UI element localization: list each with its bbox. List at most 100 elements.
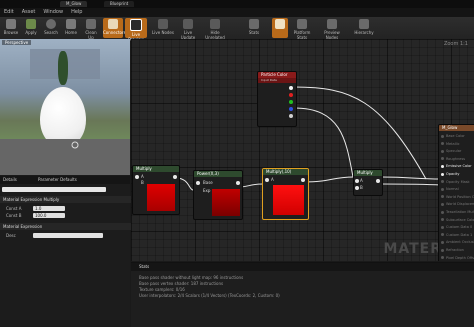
result-pin-label: World Position Offset — [446, 194, 474, 199]
result-pin-dot[interactable] — [441, 256, 444, 260]
release-stats-button[interactable] — [272, 18, 288, 38]
result-pin-dot[interactable] — [441, 180, 444, 184]
node-multiply-3-pin-a-label: A — [360, 178, 363, 183]
apply-label: Apply — [25, 30, 37, 35]
pin-r[interactable] — [289, 93, 293, 97]
node-multiply-3-output[interactable] — [376, 179, 380, 183]
node-multiply-1-header: Multiply — [133, 166, 179, 172]
result-pin-row[interactable]: Ambient Occlusion — [441, 240, 474, 246]
const-b-field[interactable]: 100.0 — [33, 213, 65, 218]
details-tab[interactable]: Details — [3, 177, 17, 182]
pin-a[interactable] — [289, 114, 293, 118]
result-pin-dot[interactable] — [441, 157, 444, 161]
node-multiply-2-output[interactable] — [301, 178, 305, 182]
result-pin-dot[interactable] — [441, 202, 444, 206]
node-multiply-3-input-b[interactable] — [355, 186, 359, 190]
result-pin-dot[interactable] — [441, 195, 444, 199]
result-pin-dot[interactable] — [441, 149, 444, 153]
result-pin-dot[interactable] — [441, 172, 444, 176]
const-b-value: 100.0 — [35, 213, 47, 218]
node-power[interactable]: Power(X,3) Base Exp — [193, 170, 243, 220]
hide-unrelated-button[interactable]: Hide Unrelated — [202, 18, 228, 40]
browse-button[interactable]: Browse — [2, 18, 20, 38]
preview-nodes-button[interactable]: Preview Nodes — [318, 18, 346, 40]
menu-window[interactable]: Window — [39, 8, 67, 17]
stats-line: Base pass vertex shader: 187 instruction… — [139, 281, 224, 286]
node-multiply-3[interactable]: Multiply A B — [353, 169, 383, 196]
node-multiply-1-output[interactable] — [173, 175, 177, 179]
result-pin-row[interactable]: Refraction — [441, 248, 464, 254]
result-pin-row[interactable]: Tessellation Multiplier — [441, 210, 474, 216]
const-a-field[interactable]: 1.0 — [33, 206, 65, 211]
preview-viewport[interactable]: Perspective — [0, 39, 130, 175]
node-multiply-1[interactable]: Multiply A B — [132, 165, 180, 215]
result-pin-dot[interactable] — [441, 218, 444, 222]
result-pin-dot[interactable] — [441, 248, 444, 252]
material-graph[interactable]: Zoom 1:1 MATERIAL Particle Color Input D… — [131, 39, 474, 261]
node-multiply-1-input-a[interactable] — [135, 175, 139, 179]
parameter-defaults-tab[interactable]: Parameter Defaults — [38, 177, 77, 182]
tab-blueprint[interactable]: Blueprint — [104, 1, 135, 7]
tab-material[interactable]: M_Glow — [60, 1, 88, 7]
result-pin-row[interactable]: Opacity — [441, 172, 459, 178]
hierarchy-button[interactable]: Hierarchy — [352, 18, 376, 38]
node-power-output[interactable] — [236, 181, 240, 185]
result-pin-row[interactable]: Pixel Depth Offset — [441, 256, 474, 261]
result-pin-dot[interactable] — [441, 142, 444, 146]
result-pin-row[interactable]: Base Color — [441, 134, 465, 140]
result-pin-label: Specular — [446, 149, 462, 154]
node-material-result[interactable]: M_Glow Base Color Metallic Specular Roughne… — [438, 124, 474, 261]
live-update-button[interactable]: Live Update — [177, 18, 199, 40]
node-multiply-2-input-a[interactable] — [265, 178, 269, 182]
stats-tab[interactable]: Stats — [139, 264, 149, 269]
details-panel: Details Parameter Defaults Material Expr… — [0, 176, 133, 326]
desc-field[interactable] — [33, 233, 103, 238]
menu-edit[interactable]: Edit — [0, 8, 18, 17]
stats-button[interactable]: Stats — [244, 18, 264, 38]
result-pin-dot[interactable] — [441, 134, 444, 138]
result-pin-row[interactable]: Specular — [441, 149, 461, 155]
pin-rgb[interactable] — [289, 86, 293, 90]
pin-b[interactable] — [289, 107, 293, 111]
result-pin-dot[interactable] — [441, 225, 444, 229]
result-pin-row[interactable]: Metallic — [441, 142, 460, 148]
result-pin-row[interactable]: Custom Data 1 — [441, 233, 472, 239]
result-pin-dot[interactable] — [441, 210, 444, 214]
result-pin-dot[interactable] — [441, 164, 444, 168]
pin-g[interactable] — [289, 100, 293, 104]
viewport-mode-label[interactable]: Perspective — [2, 40, 32, 45]
result-pin-label: Refraction — [446, 248, 464, 252]
result-pin-row[interactable]: Custom Data 0 — [441, 225, 472, 231]
result-pin-row[interactable]: Subsurface Color — [441, 218, 474, 224]
connectors-button[interactable]: Connectors — [103, 18, 126, 38]
check-icon — [26, 19, 36, 29]
section-expression-multiply[interactable]: Material Expression Multiply — [0, 196, 133, 203]
result-pin-row[interactable]: World Displacement — [441, 202, 474, 208]
node-multiply-3-input-a[interactable] — [355, 179, 359, 183]
node-particle-color[interactable]: Particle Color Input Data — [257, 71, 297, 127]
result-pin-row[interactable]: Opacity Mask — [441, 180, 470, 186]
result-pin-row[interactable]: Roughness — [441, 157, 465, 163]
node-multiply-3-header: Multiply — [354, 170, 382, 176]
live-nodes-label: Live Nodes — [152, 30, 174, 35]
result-pin-row[interactable]: Normal — [441, 187, 459, 193]
result-pin-row[interactable]: Emissive Color — [441, 164, 472, 170]
apply-button[interactable]: Apply — [22, 18, 40, 38]
node-power-input-base[interactable] — [196, 181, 200, 185]
search-button[interactable]: Search — [42, 18, 60, 38]
result-pin-label: Emissive Color — [446, 164, 472, 169]
result-pin-dot[interactable] — [441, 240, 444, 244]
live-nodes-button[interactable]: Live Nodes — [152, 18, 174, 38]
home-button[interactable]: Home — [62, 18, 80, 38]
section-expression[interactable]: Material Expression — [0, 223, 133, 230]
platform-stats-button[interactable]: Platform Stats — [289, 18, 315, 40]
live-preview-button[interactable]: Live Preview — [125, 18, 147, 42]
details-search-input[interactable] — [2, 187, 106, 192]
result-pin-dot[interactable] — [441, 233, 444, 237]
menu-help[interactable]: Help — [67, 8, 86, 17]
result-pin-row[interactable]: World Position Offset — [441, 195, 474, 201]
clean-up-button[interactable]: Clean Up — [82, 18, 100, 40]
node-multiply-2[interactable]: Multiply(,10) A — [262, 168, 309, 220]
menu-asset[interactable]: Asset — [18, 8, 40, 17]
result-pin-dot[interactable] — [441, 187, 444, 191]
